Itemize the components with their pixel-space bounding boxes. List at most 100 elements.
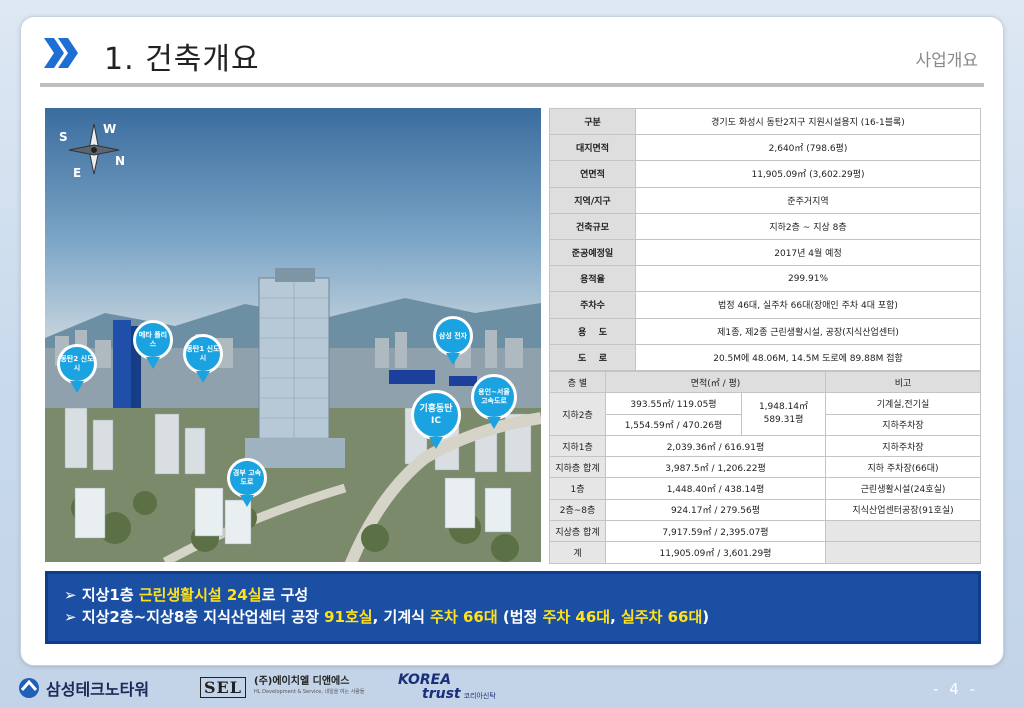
row-label: 주차수: [549, 291, 636, 319]
row-label: 건축규모: [549, 212, 636, 240]
column-header-note: 비고: [825, 370, 981, 394]
table-row: 지하2층 393.55㎡/ 119.05평 1,948.14㎡ 589.31평 …: [549, 392, 981, 436]
bullet-arrow-icon: ➢: [64, 608, 77, 626]
map-marker-dongtan1: 동탄1 신도시: [183, 334, 223, 383]
table-row: 주차수 법정 46대, 실주차 66대(장애인 주차 4대 포함): [549, 291, 981, 319]
marker-label: 메타 폴리스: [133, 320, 173, 360]
summary-box: ➢ 지상1층 근린생활시설 24실로 구성 ➢ 지상2층~지상8층 지식산업센터…: [45, 571, 981, 644]
area-cell: 3,987.5㎡ / 1,206.22평: [605, 456, 826, 479]
row-value: 20.5M에 48.06M, 14.5M 도로에 89.88M 접함: [635, 343, 981, 371]
marker-label: 기흥동탄 IC: [411, 390, 461, 440]
row-label: 지역/지구: [549, 186, 636, 214]
hl-dns-logo: SEL (주)에이치엘 디앤에스 HL Development & Servic…: [200, 676, 365, 698]
summary-text: (법정: [497, 608, 543, 626]
compass-north-label: N: [115, 154, 126, 168]
row-value: 2,640㎡ (798.6평): [635, 134, 981, 162]
row-value: 법정 46대, 실주차 66대(장애인 주차 4대 포함): [635, 291, 981, 319]
summary-highlight: 91호실: [324, 608, 373, 626]
floor-cell: 2층~8층: [549, 498, 606, 522]
summary-highlight: 근린생활시설 24실: [138, 586, 262, 604]
row-label: 용적율: [549, 265, 636, 293]
summary-text: , 기계식: [372, 608, 431, 626]
logo-mark: SEL: [200, 676, 246, 698]
map-marker-yongin-expressway: 용인~서울 고속도로: [471, 374, 517, 429]
logo-text-block: (주)에이치엘 디앤에스 HL Development & Service, 내…: [254, 676, 365, 698]
floor-cell: 지하층 합계: [549, 456, 606, 479]
table-row: 건축규모 지하2층 ~ 지상 8층: [549, 212, 981, 240]
row-value: 경기도 화성시 동탄2지구 지원시설용지 (16-1블록): [635, 107, 981, 136]
logo-text: 삼성테크노타워: [46, 680, 150, 699]
summary-text: ,: [610, 608, 621, 626]
note-cell: 지하 주차장(66대): [825, 456, 981, 479]
area-cell: 924.17㎡ / 279.56평: [605, 498, 826, 522]
marker-label: 동탄1 신도시: [183, 334, 223, 374]
summary-highlight: 주차 66대: [430, 608, 498, 626]
map-marker-metapolis: 메타 폴리스: [133, 320, 173, 369]
note-cell: 지하주차장: [825, 413, 981, 436]
logo-trust-row: trust 코리아신탁: [398, 687, 496, 703]
row-label: 준공예정일: [549, 238, 636, 267]
row-label: 연면적: [549, 160, 636, 188]
note-cell: 기계실,전기실: [825, 392, 981, 415]
row-value: 준주거지역: [635, 186, 981, 214]
floor-cell: 지상층 합계: [549, 520, 606, 543]
row-label: 대지면적: [549, 134, 636, 162]
floor-cell: 지하2층: [549, 392, 606, 436]
summary-line-2: ➢ 지상2층~지상8층 지식산업센터 공장 91호실, 기계식 주차 66대 (…: [64, 606, 962, 628]
table-row: 연면적 11,905.09㎡ (3,602.29평): [549, 160, 981, 188]
table-row: 지역/지구 준주거지역: [549, 186, 981, 214]
table-row: 용 도 제1종, 제2종 근린생활시설, 공장(지식산업센터): [549, 317, 981, 345]
area-total-pyeong: 589.31평: [763, 415, 804, 426]
summary-text: ): [702, 608, 710, 626]
section-label: 사업개요: [915, 51, 978, 71]
title-divider: [40, 83, 984, 87]
table-row: 구분 경기도 화성시 동탄2지구 지원시설용지 (16-1블록): [549, 107, 981, 136]
korea-trust-logo: KOREA trust 코리아신탁: [398, 673, 496, 703]
marker-label: 용인~서울 고속도로: [471, 374, 517, 420]
table-row: 지하1층 2,039.36㎡ / 616.91평 지하주차장: [549, 434, 981, 458]
floor-area-table: 층 별 면적(㎡ / 평) 비고 지하2층 393.55㎡/ 119.05평 1…: [549, 370, 981, 564]
table-row: 계 11,905.09㎡ / 3,601.29평: [549, 541, 981, 564]
summary-text: 지상1층: [81, 586, 139, 604]
bullet-arrow-icon: ➢: [64, 586, 77, 604]
logo-tagline: HL Development & Service, 내일을 여는 사람들: [254, 689, 365, 695]
floor-cell: 계: [549, 541, 606, 564]
area-cell: 2,039.36㎡ / 616.91평: [605, 434, 826, 458]
summary-line-1: ➢ 지상1층 근린생활시설 24실로 구성: [64, 584, 962, 606]
note-cell: [825, 541, 981, 564]
page-number: - 4 -: [933, 680, 978, 698]
row-label: 용 도: [549, 317, 636, 345]
area-total-sqm: 1,948.14㎡: [758, 402, 809, 413]
building-info-table: 구분 경기도 화성시 동탄2지구 지원시설용지 (16-1블록) 대지면적 2,…: [549, 107, 981, 371]
area-cell: 11,905.09㎡ / 3,601.29평: [605, 541, 826, 564]
table-row: 2층~8층 924.17㎡ / 279.56평 지식산업센터공장(91호실): [549, 498, 981, 522]
row-value: 299.91%: [635, 265, 981, 293]
compass-east-label: E: [73, 166, 82, 180]
column-header-area: 면적(㎡ / 평): [605, 370, 826, 394]
table-row: 지상층 합계 7,917.59㎡ / 2,395.07평: [549, 520, 981, 543]
note-cell: [825, 520, 981, 543]
table-row: 1층 1,448.40㎡ / 438.14평 근린생활시설(24호실): [549, 477, 981, 500]
double-chevron-icon: [44, 38, 78, 68]
row-value: 2017년 4월 예정: [635, 238, 981, 267]
summary-highlight: 주차 46대: [542, 608, 611, 626]
table-row: 대지면적 2,640㎡ (798.6평): [549, 134, 981, 162]
row-value: 11,905.09㎡ (3,602.29평): [635, 160, 981, 188]
area-cell: 7,917.59㎡ / 2,395.07평: [605, 520, 826, 543]
note-cell: 근린생활시설(24호실): [825, 477, 981, 500]
map-marker-gyeongbu-expressway: 경부 고속도로: [227, 458, 267, 507]
compass-west-label: W: [103, 122, 117, 136]
table-row: 용적율 299.91%: [549, 265, 981, 293]
column-header-floor: 층 별: [549, 370, 606, 394]
summary-highlight: 실주차 66대: [620, 608, 703, 626]
marker-label: 동탄2 신도시: [57, 344, 97, 384]
row-value: 제1종, 제2종 근린생활시설, 공장(지식산업센터): [635, 317, 981, 345]
samsung-techno-tower-logo: 삼성테크노타워: [16, 676, 149, 700]
map-marker-dongtan2: 동탄2 신도시: [57, 344, 97, 393]
logo-korea-trust-kr: 코리아신탁: [463, 692, 496, 700]
table-header-row: 층 별 면적(㎡ / 평) 비고: [549, 370, 981, 394]
summary-text: 지상2층~지상8층 지식산업센터 공장: [81, 608, 325, 626]
row-value: 지하2층 ~ 지상 8층: [635, 212, 981, 240]
note-cell: 지하주차장: [825, 434, 981, 458]
table-row: 준공예정일 2017년 4월 예정: [549, 238, 981, 267]
